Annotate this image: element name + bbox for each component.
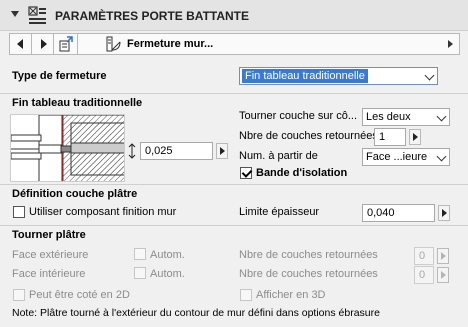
triangle-right-icon [41,39,47,49]
num-from-value: Face ...ieure [366,151,428,163]
panel-header[interactable]: PARAMÈTRES PORTE BATTANTE [0,0,468,31]
page-title-label: Fermeture mur... [127,38,214,50]
inner-auto-label: Autom. [150,268,185,280]
prev-page-button[interactable] [10,34,32,54]
reveal-diagram-drawing [11,115,124,181]
outer-layers-spin[interactable] [437,248,449,264]
reveal-dimension-value: 0,025 [145,145,173,157]
insulation-label: Bande d'isolation [256,167,348,179]
thickness-limit-value: 0,040 [367,207,395,219]
inner-layers-spin[interactable] [437,267,449,283]
triangle-left-icon [17,39,23,49]
next-page-button[interactable] [32,34,54,54]
turn-plaster-title: Tourner plâtre [12,229,86,241]
chevron-down-icon [424,70,435,81]
closure-type-value: Fin tableau traditionnelle [242,69,368,83]
chevron-down-icon [436,111,447,122]
triangle-right-icon [441,252,446,260]
note-text: Note: Plâtre tourné à l'extérieur du con… [12,307,380,319]
inner-auto-checkbox[interactable] [134,267,146,279]
thickness-limit-label: Limite épaisseur [239,206,320,218]
inner-face-label: Face intérieure [12,268,86,280]
outer-face-label: Face extérieure [12,249,89,261]
layers-returned-input[interactable]: 1 [374,128,406,146]
layers-returned-label: Nbre de couches retournées [239,130,378,142]
collapse-arrow-icon[interactable] [11,11,19,17]
use-finish-checkbox[interactable] [13,206,25,218]
divider [0,93,468,94]
layers-returned-value: 1 [379,131,386,143]
dimensionable-2d-checkbox[interactable] [13,289,25,301]
triangle-right-icon [441,271,446,279]
door-settings-icon [28,6,46,24]
thickness-limit-spin[interactable] [438,205,450,221]
insulation-checkbox[interactable] [240,167,252,179]
triangle-right-icon [413,133,418,141]
inner-layers-label: Nbre de couches retournées [239,268,378,280]
outer-layers-input[interactable]: 0 [414,247,434,265]
thickness-limit-input[interactable]: 0,040 [362,204,435,222]
layers-returned-spin[interactable] [409,129,421,145]
plaster-def-title: Définition couche plâtre [12,188,138,200]
panel-title: PARAMÈTRES PORTE BATTANTE [55,9,249,23]
num-from-dropdown[interactable]: Face ...ieure [362,148,450,166]
outer-layers-value: 0 [419,250,426,262]
chevron-down-icon [436,151,447,162]
closure-type-label: Type de fermeture [12,70,107,82]
page-menu-arrow-icon[interactable] [448,40,453,48]
use-finish-label: Utiliser composant finition mur [29,206,177,218]
turn-layer-label: Tourner couche sur cô... [239,110,358,122]
page-tree-icon [59,36,73,52]
dimensionable-2d-label: Peut être coté en 2D [29,289,130,301]
closure-type-dropdown[interactable]: Fin tableau traditionnelle [239,67,438,85]
section-fin-title: Fin tableau traditionnelle [12,97,143,109]
outer-auto-checkbox[interactable] [134,248,146,260]
door-closure-icon [106,36,121,52]
inner-layers-input[interactable]: 0 [414,266,434,284]
triangle-right-icon [220,147,225,155]
divider [0,184,468,185]
page-navigation-bar: Fermeture mur... [9,33,460,55]
page-tree-button[interactable] [54,34,78,54]
reveal-dimension-spin[interactable] [216,143,228,159]
divider [0,225,468,226]
triangle-right-icon [442,209,447,217]
num-from-label: Num. à partir de [239,150,318,162]
reveal-diagram [10,114,125,182]
show-3d-checkbox[interactable] [240,289,252,301]
turn-layer-value: Les deux [366,111,411,123]
dimension-arrow-icon [128,143,136,159]
outer-auto-label: Autom. [150,249,185,261]
outer-layers-label: Nbre de couches retournées [239,249,378,261]
show-3d-label: Afficher en 3D [256,289,326,301]
turn-layer-dropdown[interactable]: Les deux [362,108,450,126]
reveal-dimension-input[interactable]: 0,025 [140,142,213,160]
inner-layers-value: 0 [419,269,426,281]
